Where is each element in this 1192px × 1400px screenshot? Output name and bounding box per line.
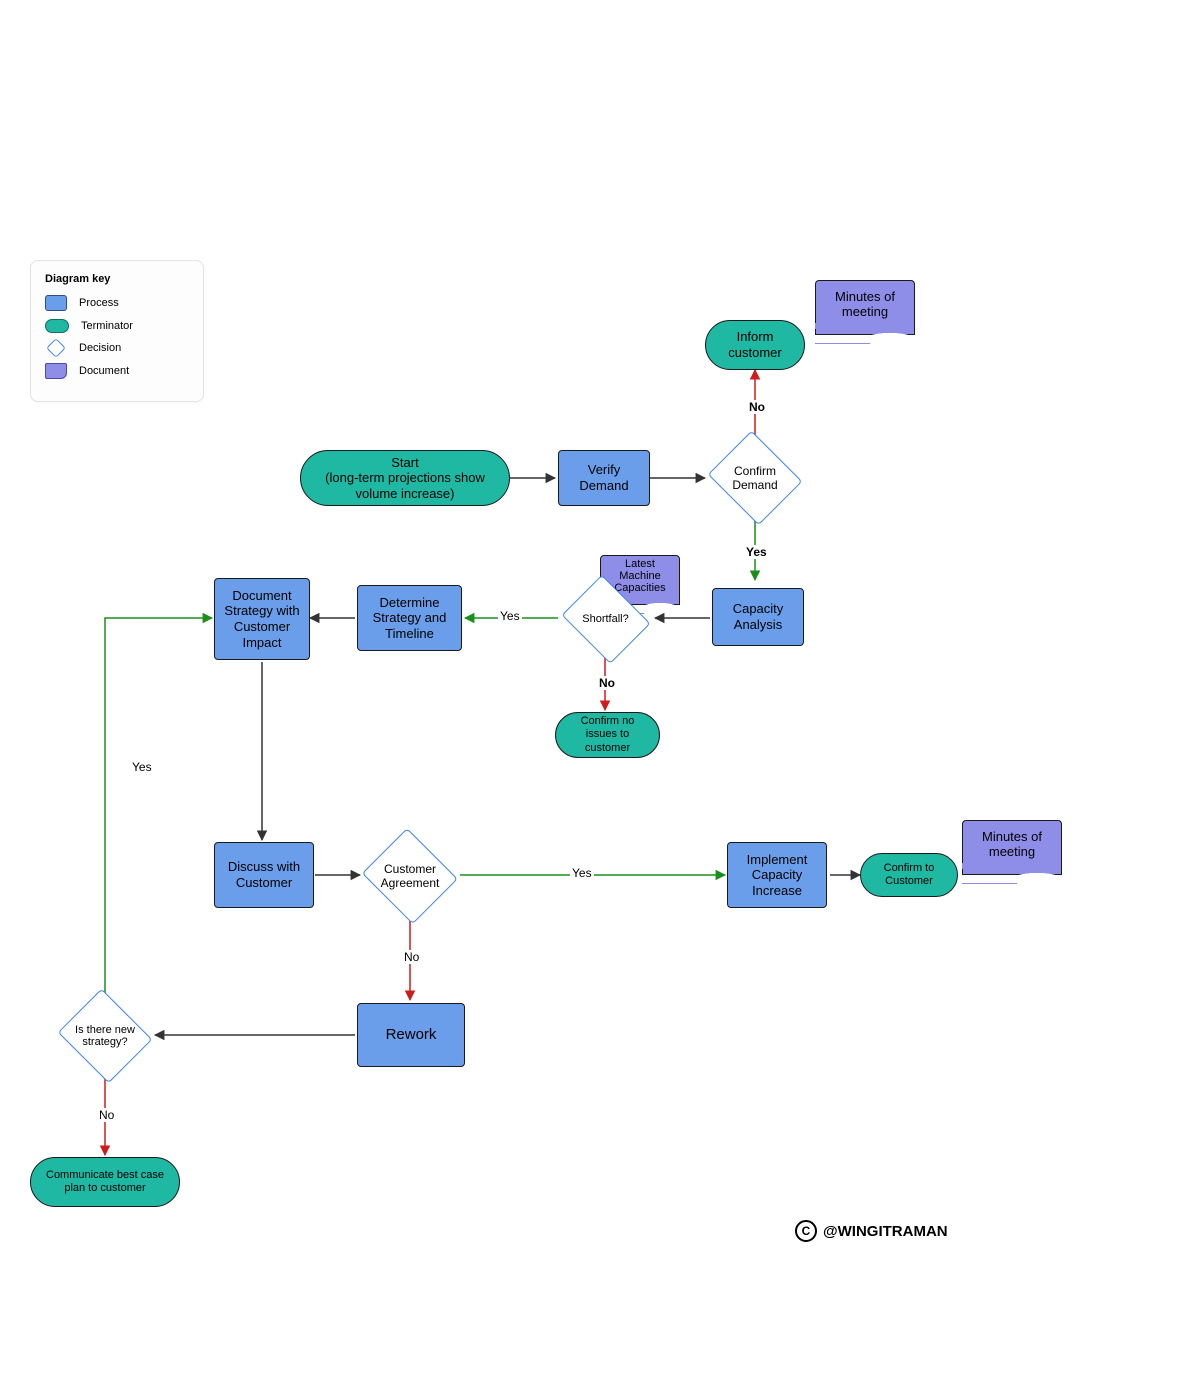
decision-label: Confirm Demand	[705, 435, 805, 521]
process-document-strategy: Document Strategy with Customer Impact	[214, 578, 310, 660]
legend-row-process: Process	[45, 295, 185, 311]
terminator-confirm-to-customer: Confirm to Customer	[860, 853, 958, 897]
node-label: Discuss with Customer	[223, 859, 305, 890]
process-determine-strategy: Determine Strategy and Timeline	[357, 585, 462, 651]
node-label: Capacity Analysis	[721, 601, 795, 632]
legend-title: Diagram key	[45, 273, 185, 285]
terminator-swatch	[45, 319, 69, 333]
decision-shortfall: Shortfall?	[558, 580, 653, 658]
process-capacity-analysis: Capacity Analysis	[712, 588, 804, 646]
decision-new-strategy: Is there new strategy?	[55, 993, 155, 1079]
node-label: Start (long-term projections show volume…	[309, 455, 501, 502]
decision-label: Shortfall?	[558, 580, 653, 658]
legend-label: Process	[79, 297, 119, 309]
node-label: Verify Demand	[567, 462, 641, 493]
connectors	[0, 0, 1192, 1400]
terminator-communicate-plan: Communicate best case plan to customer	[30, 1157, 180, 1207]
watermark: C @WINGITRAMAN	[795, 1220, 948, 1242]
legend-label: Terminator	[81, 320, 133, 332]
copyright-icon: C	[795, 1220, 817, 1242]
decision-label: Is there new strategy?	[55, 993, 155, 1079]
document-label: Minutes of meeting	[824, 289, 906, 319]
flowchart-canvas: Diagram key Process Terminator Decision …	[0, 0, 1192, 1400]
edge-label-newstrat-yes: Yes	[130, 760, 154, 774]
process-rework: Rework	[357, 1003, 465, 1067]
node-label: Determine Strategy and Timeline	[366, 595, 453, 642]
node-label: Confirm no issues to customer	[564, 715, 651, 755]
legend-row-terminator: Terminator	[45, 319, 185, 333]
document-label: Minutes of meeting	[971, 829, 1053, 859]
decision-swatch	[46, 338, 66, 358]
edge-label-newstrat-no: No	[97, 1108, 116, 1122]
node-label: Communicate best case plan to customer	[39, 1169, 171, 1195]
terminator-confirm-no-issues: Confirm no issues to customer	[555, 712, 660, 758]
document-swatch	[45, 363, 67, 379]
edge-label-agreement-yes: Yes	[570, 866, 594, 880]
legend: Diagram key Process Terminator Decision …	[30, 260, 204, 402]
edge-label-agreement-no: No	[402, 950, 421, 964]
terminator-inform-customer: Inform customer	[705, 320, 805, 370]
process-verify-demand: Verify Demand	[558, 450, 650, 506]
legend-label: Document	[79, 365, 129, 377]
document-minutes-bottom: Minutes of meeting	[962, 820, 1062, 875]
edge-label-shortfall-yes: Yes	[498, 609, 522, 623]
decision-label: Customer Agreement	[360, 832, 460, 920]
legend-row-decision: Decision	[45, 341, 185, 355]
document-minutes-top: Minutes of meeting	[815, 280, 915, 335]
edge-label-confirm-no: No	[747, 400, 767, 414]
edge-label-confirm-yes: Yes	[744, 545, 769, 559]
node-label: Implement Capacity Increase	[736, 852, 818, 899]
decision-customer-agreement: Customer Agreement	[360, 832, 460, 920]
process-discuss-customer: Discuss with Customer	[214, 842, 314, 908]
node-label: Confirm to Customer	[869, 862, 949, 888]
watermark-text: @WINGITRAMAN	[823, 1223, 948, 1240]
process-implement-increase: Implement Capacity Increase	[727, 842, 827, 908]
terminator-start: Start (long-term projections show volume…	[300, 450, 510, 506]
node-label: Document Strategy with Customer Impact	[223, 588, 301, 650]
decision-confirm-demand: Confirm Demand	[705, 435, 805, 521]
node-label: Inform customer	[714, 329, 796, 360]
legend-row-document: Document	[45, 363, 185, 379]
legend-label: Decision	[79, 342, 121, 354]
node-label: Rework	[386, 1026, 437, 1044]
process-swatch	[45, 295, 67, 311]
edge-label-shortfall-no: No	[597, 676, 617, 690]
